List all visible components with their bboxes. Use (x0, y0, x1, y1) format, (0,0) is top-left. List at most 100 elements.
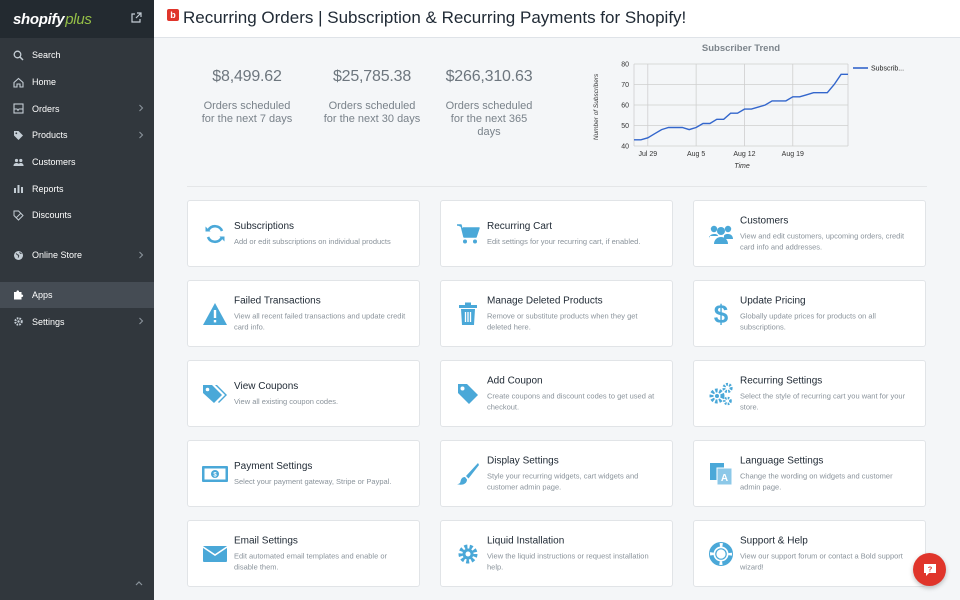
nav-label: Online Store (32, 250, 83, 261)
card-email-settings[interactable]: Email Settings Edit automated email templ… (187, 520, 420, 587)
card-title: View Coupons (234, 380, 299, 392)
card-title: Recurring Settings (740, 375, 823, 386)
divider (187, 186, 927, 187)
card-payment-settings[interactable]: $ Payment Settings Select your payment ga… (187, 440, 420, 507)
external-link-icon[interactable] (130, 12, 142, 24)
nav-item-discounts[interactable]: Discounts (0, 202, 154, 229)
shopify-plus-logo[interactable]: shopifyplus (13, 11, 92, 28)
nav-label: Home (32, 77, 57, 88)
brand-bar: shopifyplus (0, 0, 154, 38)
tag-icon (454, 380, 482, 408)
chevron-right-icon (139, 251, 144, 259)
card-title: Liquid Installation (487, 535, 565, 546)
card-title: Payment Settings (234, 460, 313, 472)
nav-item-settings[interactable]: Settings (0, 308, 154, 335)
users-icon (707, 220, 735, 248)
legend-label: Subscrib... (871, 66, 904, 73)
card-liquid-installation[interactable]: Liquid Installation View the liquid instr… (440, 520, 673, 587)
card-title: Customers (740, 215, 789, 226)
nav-item-home[interactable]: Home (0, 69, 154, 96)
card-description: View all recent failed transactions and … (234, 311, 406, 331)
nav-label: Discounts (32, 210, 72, 221)
stat-description: Orders scheduled for the next 365 days (445, 100, 533, 138)
envelope-icon (201, 540, 229, 568)
help-chat-button[interactable]: ? (913, 553, 946, 586)
card-description: Remove or substitute products when they … (487, 311, 638, 331)
nav-label: Orders (32, 103, 60, 114)
card-failed-transactions[interactable]: Failed Transactions View all recent faile… (187, 280, 420, 347)
stat-description: Orders scheduled for the next 7 days (201, 100, 293, 125)
nav-item-customers[interactable]: Customers (0, 149, 154, 176)
card-manage-deleted-products[interactable]: Manage Deleted Products Remove or substit… (440, 280, 673, 347)
card-language-settings[interactable]: A Language Settings Change the wording on… (693, 440, 926, 507)
brush-icon (454, 460, 482, 488)
stat-value: $266,310.63 (445, 68, 533, 85)
gears-icon (707, 380, 735, 408)
main-nav: Search Home Orders Products Customers Re… (0, 38, 154, 335)
card-recurring-cart[interactable]: Recurring Cart Edit settings for your rec… (440, 200, 673, 267)
card-description: Edit automated email templates and enabl… (234, 551, 388, 571)
nav-label: Products (32, 130, 68, 141)
card-title: Support & Help (740, 535, 808, 546)
card-description: Create coupons and discount codes to get… (487, 391, 655, 411)
chart-x-tick-label: Jul 29 (638, 151, 657, 158)
nav-spacer (0, 229, 154, 242)
orders-icon (13, 103, 24, 114)
stat-value: $25,785.38 (332, 68, 412, 85)
svg-text:?: ? (927, 564, 932, 573)
card-subscriptions[interactable]: Subscriptions Add or edit subscriptions o… (187, 200, 420, 267)
customers-icon (13, 157, 24, 168)
card-view-coupons[interactable]: View Coupons View all existing coupon cod… (187, 360, 420, 427)
card-support-help[interactable]: Support & Help View our support forum or … (693, 520, 926, 587)
tags-icon (201, 380, 229, 408)
chart-title: Subscriber Trend (702, 43, 780, 54)
chat-help-icon: ? (923, 563, 936, 576)
dollar-icon: $ (707, 300, 735, 328)
card-title: Display Settings (487, 455, 559, 466)
nav-label: Apps (32, 289, 53, 300)
refresh-icon (201, 220, 229, 248)
nav-item-online-store[interactable]: Online Store (0, 242, 154, 269)
card-title: Language Settings (740, 455, 824, 466)
chart-y-label: Number of Subscribers (593, 73, 600, 140)
nav-item-search[interactable]: Search (0, 42, 154, 69)
card-description: Style your recurring widgets, cart widge… (487, 471, 639, 491)
page-header: b Recurring Orders | Subscription & Recu… (154, 0, 960, 38)
card-title: Manage Deleted Products (487, 295, 603, 306)
nav-label: Reports (32, 183, 64, 194)
lifebuoy-icon (707, 540, 735, 568)
card-display-settings[interactable]: Display Settings Style your recurring wid… (440, 440, 673, 507)
chart-x-label: Time (734, 163, 750, 170)
language-icon: A (707, 460, 735, 488)
discounts-icon (13, 210, 24, 221)
card-description: View the liquid instructions or request … (487, 551, 649, 571)
cart-icon (454, 220, 482, 248)
nav-item-apps[interactable]: Apps (0, 281, 154, 309)
cog-icon (454, 540, 482, 568)
chart-grid (633, 63, 849, 147)
chart-y-ticks: 40 50 60 70 80 (621, 62, 629, 151)
card-add-coupon[interactable]: Add Coupon Create coupons and discount co… (440, 360, 673, 427)
card-update-pricing[interactable]: $ Update Pricing Globally update prices f… (693, 280, 926, 347)
chevron-up-icon[interactable] (135, 580, 143, 586)
nav-item-orders[interactable]: Orders (0, 95, 154, 122)
nav-label: Settings (32, 316, 65, 327)
nav-item-reports[interactable]: Reports (0, 175, 154, 202)
chart-y-tick-label: 70 (621, 82, 629, 89)
gear-icon (13, 316, 24, 327)
nav-item-products[interactable]: Products (0, 122, 154, 149)
card-description: Add or edit subscriptions on individual … (234, 236, 391, 246)
stat-value: $8,499.62 (212, 68, 282, 85)
card-description: Select your payment gateway, Stripe or P… (234, 476, 392, 486)
puzzle-icon (13, 289, 24, 300)
nav-label: Search (32, 50, 61, 61)
card-customers[interactable]: Customers View and edit customers, upcomi… (693, 200, 926, 267)
card-description: Select the style of recurring cart you w… (740, 391, 906, 411)
page-title: Recurring Orders | Subscription & Recurr… (183, 7, 687, 27)
chart-y-tick-label: 40 (621, 144, 629, 151)
card-recurring-settings[interactable]: Recurring Settings Select the style of re… (693, 360, 926, 427)
chart-x-tick-label: Aug 19 (782, 151, 804, 158)
reports-icon (13, 183, 24, 194)
chart-x-tick-label: Aug 5 (687, 151, 705, 158)
svg-text:$: $ (714, 301, 729, 327)
